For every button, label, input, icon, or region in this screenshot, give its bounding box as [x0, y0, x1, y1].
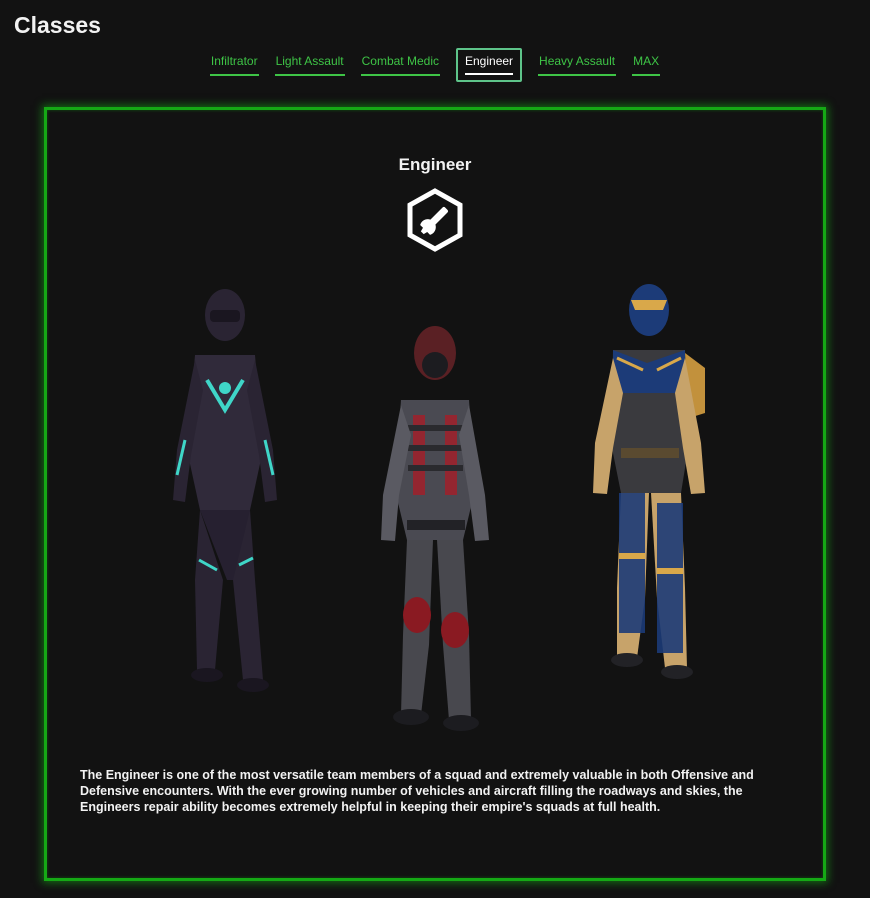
- tab-label: MAX: [633, 54, 660, 68]
- character-figures: [47, 270, 823, 731]
- class-tabs: Infiltrator Light Assault Combat Medic E…: [0, 48, 870, 82]
- tab-infiltrator[interactable]: Infiltrator: [209, 49, 259, 76]
- tab-label: Heavy Assault: [539, 54, 616, 68]
- class-panel: Engineer The Engineer is one of the most…: [44, 107, 826, 881]
- page-title: Classes: [14, 12, 101, 38]
- classes-page: Classes Infiltrator Light Assault Combat…: [0, 0, 870, 898]
- tab-label: Infiltrator: [210, 54, 258, 68]
- tab-combat-medic[interactable]: Combat Medic: [360, 49, 440, 76]
- engineer-figure-purple-teal: [173, 289, 277, 692]
- tab-heavy-assault[interactable]: Heavy Assault: [538, 49, 617, 76]
- wrench-hexagon-icon: [407, 188, 463, 252]
- tab-label: Combat Medic: [361, 54, 439, 68]
- tab-max[interactable]: MAX: [632, 49, 661, 76]
- tab-label: Light Assault: [275, 54, 344, 68]
- tab-label: Engineer: [465, 54, 514, 75]
- class-description: The Engineer is one of the most versatil…: [80, 768, 754, 814]
- tab-engineer[interactable]: Engineer: [456, 48, 523, 82]
- tab-light-assault[interactable]: Light Assault: [274, 49, 345, 76]
- class-title: Engineer: [398, 155, 472, 174]
- engineer-figure-blue-gold: [593, 284, 705, 679]
- engineer-figure-red-grey: [381, 326, 489, 731]
